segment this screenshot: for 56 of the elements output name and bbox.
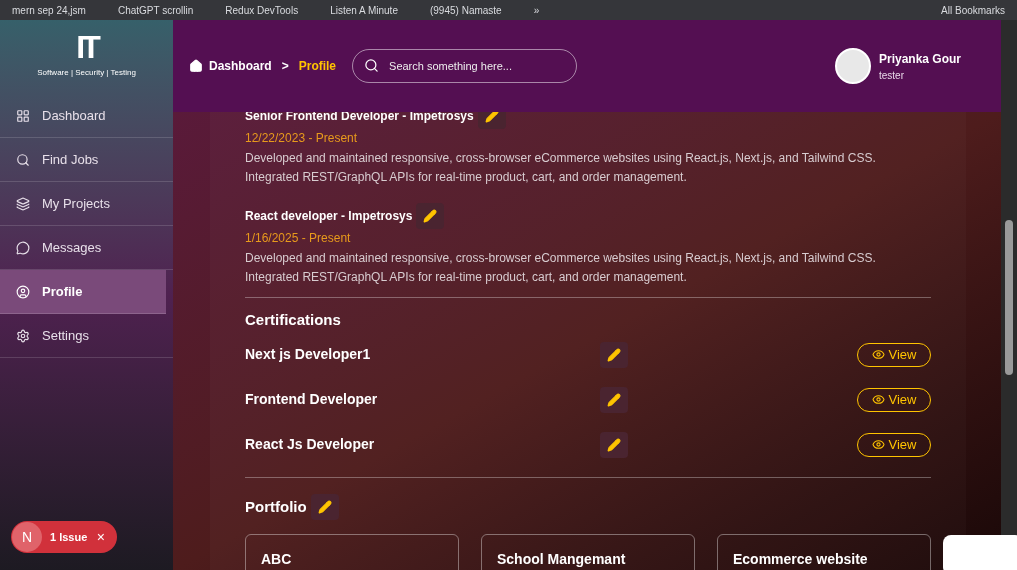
bookmark[interactable]: » bbox=[533, 2, 540, 18]
job-description: Developed and maintained responsive, cross-browser eCommerce websites using React.js, Next.js, and Tailwind CSS. Integrated REST/GraphQL APIs for real-time product, cart, and order management. bbox=[245, 150, 877, 186]
layers-icon bbox=[16, 196, 30, 211]
section-title: Certifications bbox=[245, 311, 341, 328]
breadcrumb-separator: > bbox=[281, 58, 289, 75]
edit-button[interactable] bbox=[416, 203, 445, 229]
edit-button[interactable] bbox=[600, 341, 628, 368]
breadcrumb-current: Profile bbox=[298, 58, 337, 75]
section-title: Portfolio bbox=[245, 496, 307, 517]
portfolio-card[interactable]: Ecommerce website bbox=[717, 534, 931, 570]
edit-button[interactable] bbox=[600, 431, 628, 458]
pencil-icon bbox=[423, 209, 438, 223]
pencil-icon bbox=[484, 112, 499, 123]
certification-name: Frontend Developer bbox=[245, 390, 379, 409]
grid-icon bbox=[16, 108, 30, 123]
edit-button[interactable] bbox=[600, 386, 628, 413]
edit-button[interactable] bbox=[310, 494, 339, 520]
bookmark[interactable]: mern sep 24,jsm bbox=[12, 2, 86, 18]
eye-icon bbox=[871, 438, 885, 451]
bookmark[interactable]: ChatGPT scrollin bbox=[117, 2, 194, 18]
certification-name: Next js Developer1 bbox=[245, 345, 372, 364]
pencil-icon bbox=[607, 347, 621, 362]
pencil-icon bbox=[607, 437, 621, 452]
issue-count: 1 Issue bbox=[50, 529, 88, 545]
user-icon bbox=[16, 284, 30, 299]
eye-icon bbox=[871, 393, 885, 406]
close-icon[interactable]: × bbox=[96, 526, 105, 548]
bookmark[interactable]: All Bookmarks bbox=[941, 2, 1005, 18]
pencil-icon bbox=[317, 500, 332, 514]
sidebar-item[interactable]: Profile bbox=[0, 270, 166, 314]
job-dates: 12/22/2023 - Present bbox=[245, 130, 359, 147]
job-title: React developer - Impetrosys bbox=[245, 208, 413, 225]
bookmark[interactable]: Listen A Minute bbox=[330, 2, 398, 18]
home-icon bbox=[189, 59, 203, 73]
search-icon bbox=[364, 58, 380, 73]
logo-tagline: Software | Security | Testing bbox=[37, 67, 136, 79]
bookmark[interactable]: (9945) Namaste bbox=[429, 2, 502, 18]
job-title: Senior Frontend Developer - Impetrosys bbox=[245, 112, 474, 125]
user-role: tester bbox=[878, 68, 905, 83]
user-name: Priyanka Gour bbox=[878, 50, 961, 68]
portfolio-card[interactable]: ABC bbox=[245, 534, 459, 570]
eye-icon bbox=[871, 348, 885, 361]
logo-mark: IT bbox=[76, 31, 97, 63]
portfolio-card[interactable]: School Mangemant bbox=[481, 534, 695, 570]
bookmark[interactable]: Redux DevTools bbox=[225, 2, 299, 18]
issue-badge[interactable]: N 1 Issue × bbox=[11, 521, 117, 553]
job-dates: 1/16/2025 - Present bbox=[245, 230, 352, 247]
certification-name: React Js Developer bbox=[245, 435, 376, 454]
pencil-icon bbox=[607, 392, 621, 407]
job-description: Developed and maintained responsive, cross-browser eCommerce websites using React.js, Next.js, and Tailwind CSS. Integrated REST/GraphQL APIs for real-time product, cart, and order management. bbox=[245, 250, 877, 286]
speech-bubble-icon bbox=[16, 240, 30, 255]
settings-icon bbox=[16, 328, 30, 343]
logo-letter: N bbox=[12, 522, 42, 552]
search-icon bbox=[16, 152, 30, 167]
breadcrumb-link[interactable]: Dashboard bbox=[209, 57, 272, 75]
avatar[interactable] bbox=[834, 48, 871, 84]
